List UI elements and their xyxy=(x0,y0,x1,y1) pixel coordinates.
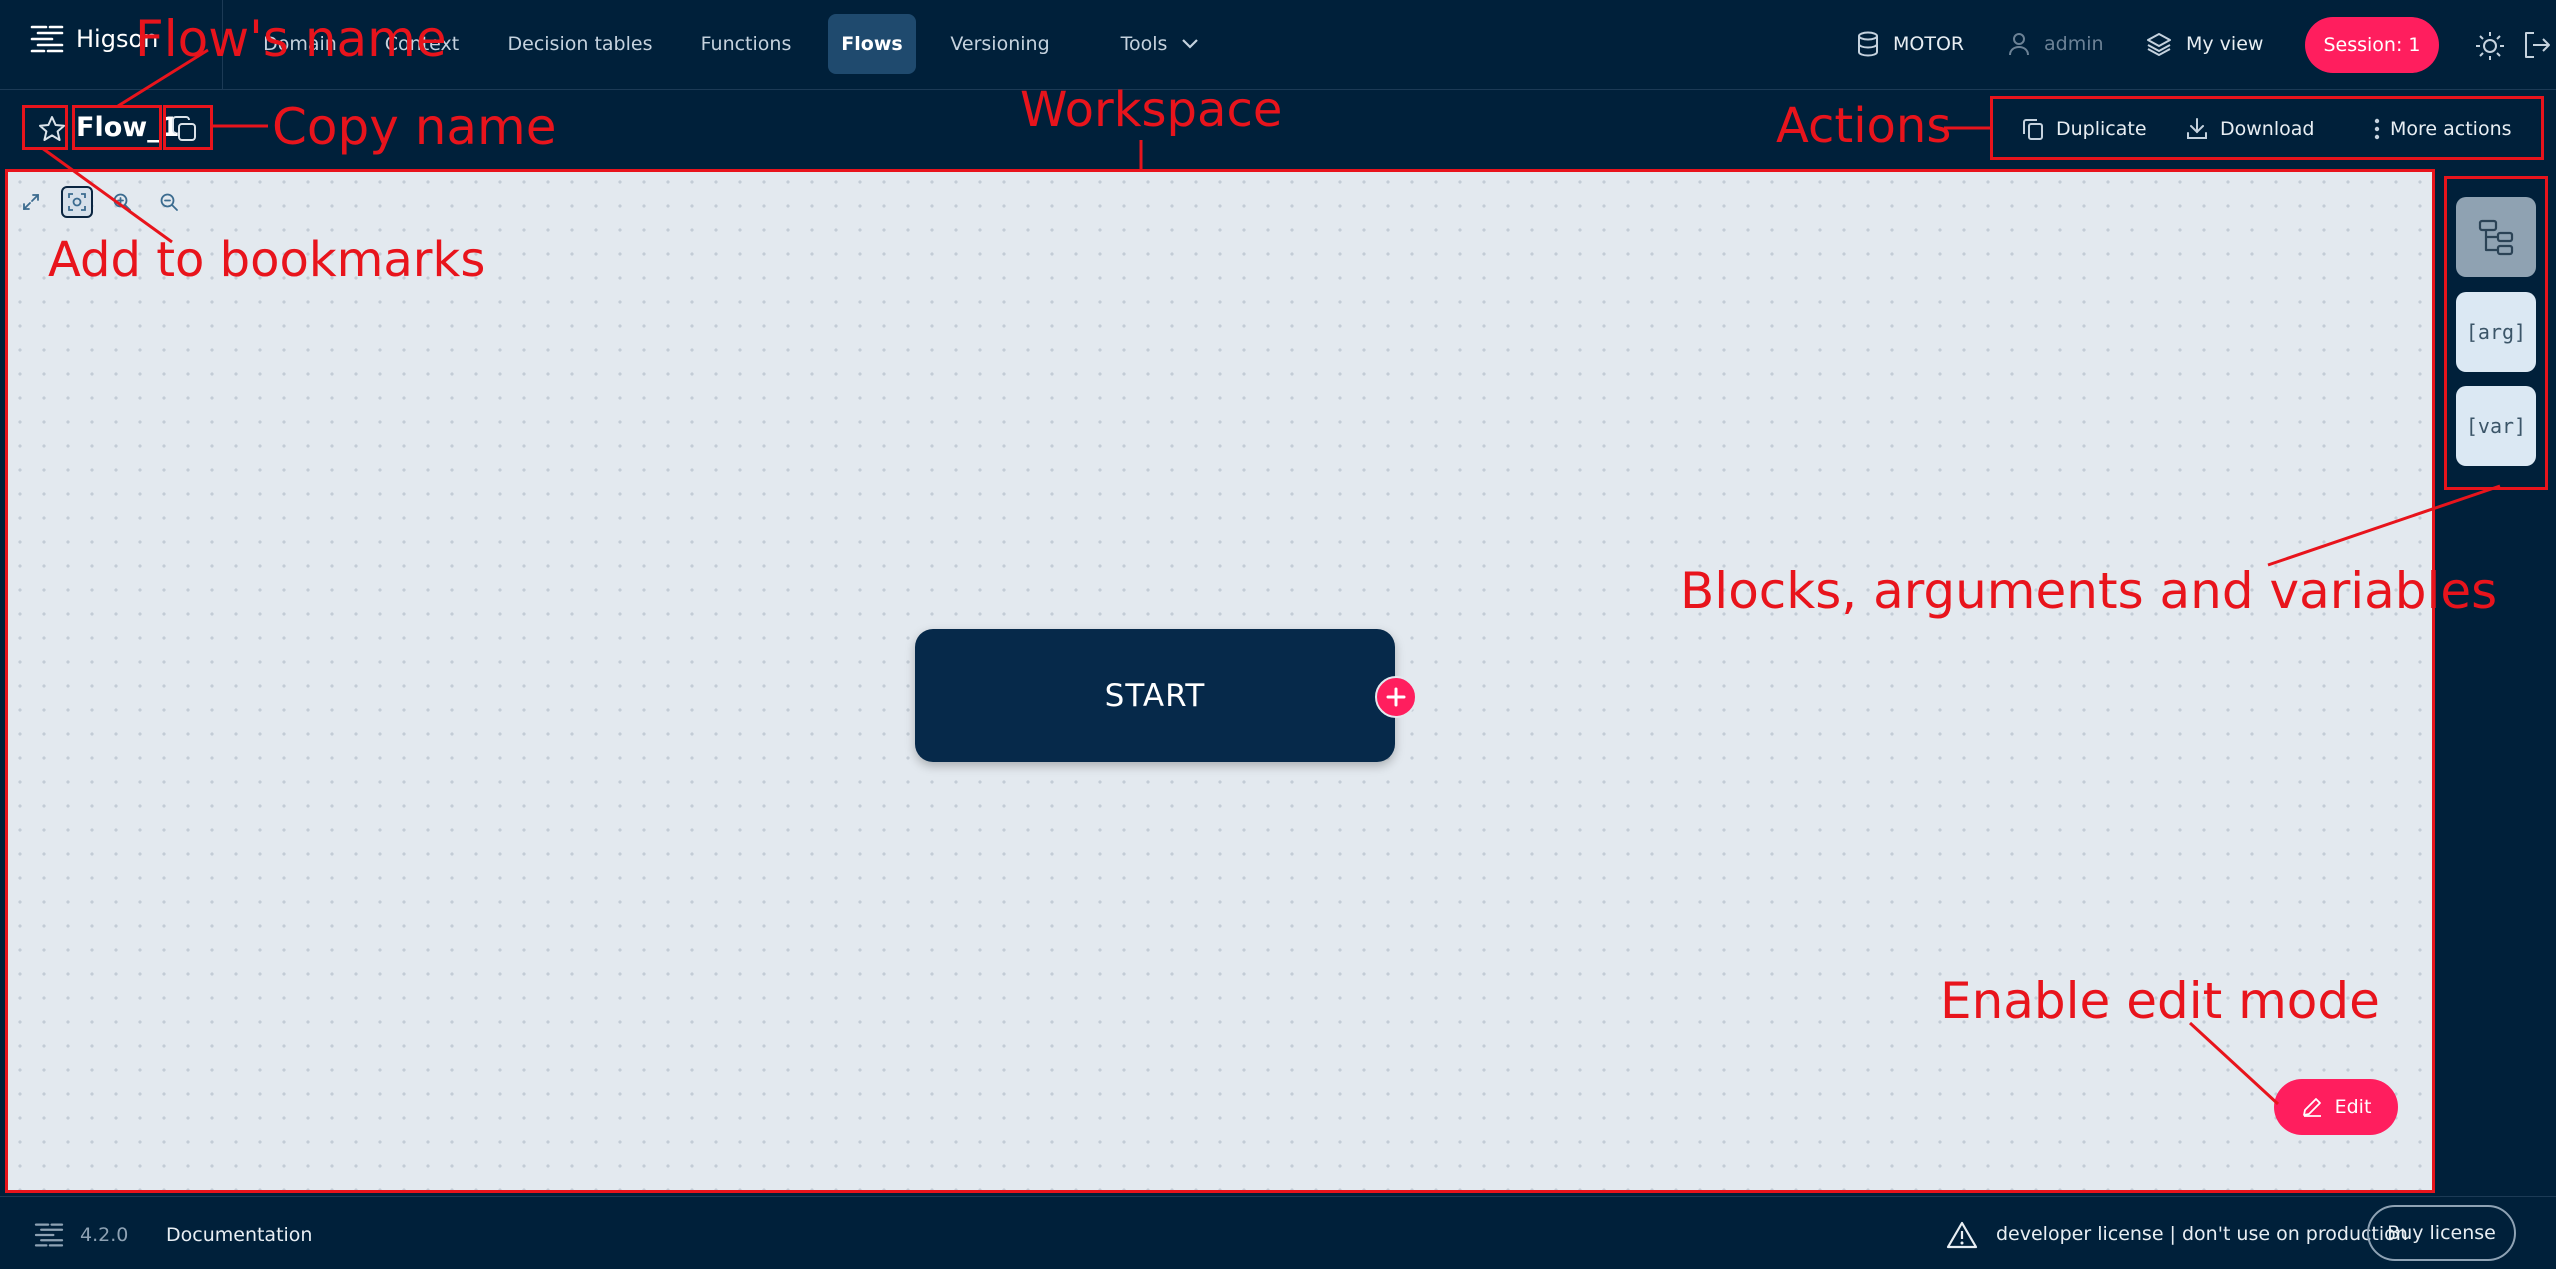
annotation-flow-name: Flow's name xyxy=(135,10,447,68)
annotation-lines xyxy=(41,48,2501,1106)
annotation-edit-mode: Enable edit mode xyxy=(1940,972,2380,1030)
annotation-actions: Actions xyxy=(1776,98,1952,154)
annotation-bookmarks: Add to bookmarks xyxy=(48,232,486,288)
annotation-copy-name: Copy name xyxy=(272,98,557,156)
annotation-side-panel: Blocks, arguments and variables xyxy=(1680,562,2498,620)
annotation-workspace: Workspace xyxy=(1020,82,1283,138)
